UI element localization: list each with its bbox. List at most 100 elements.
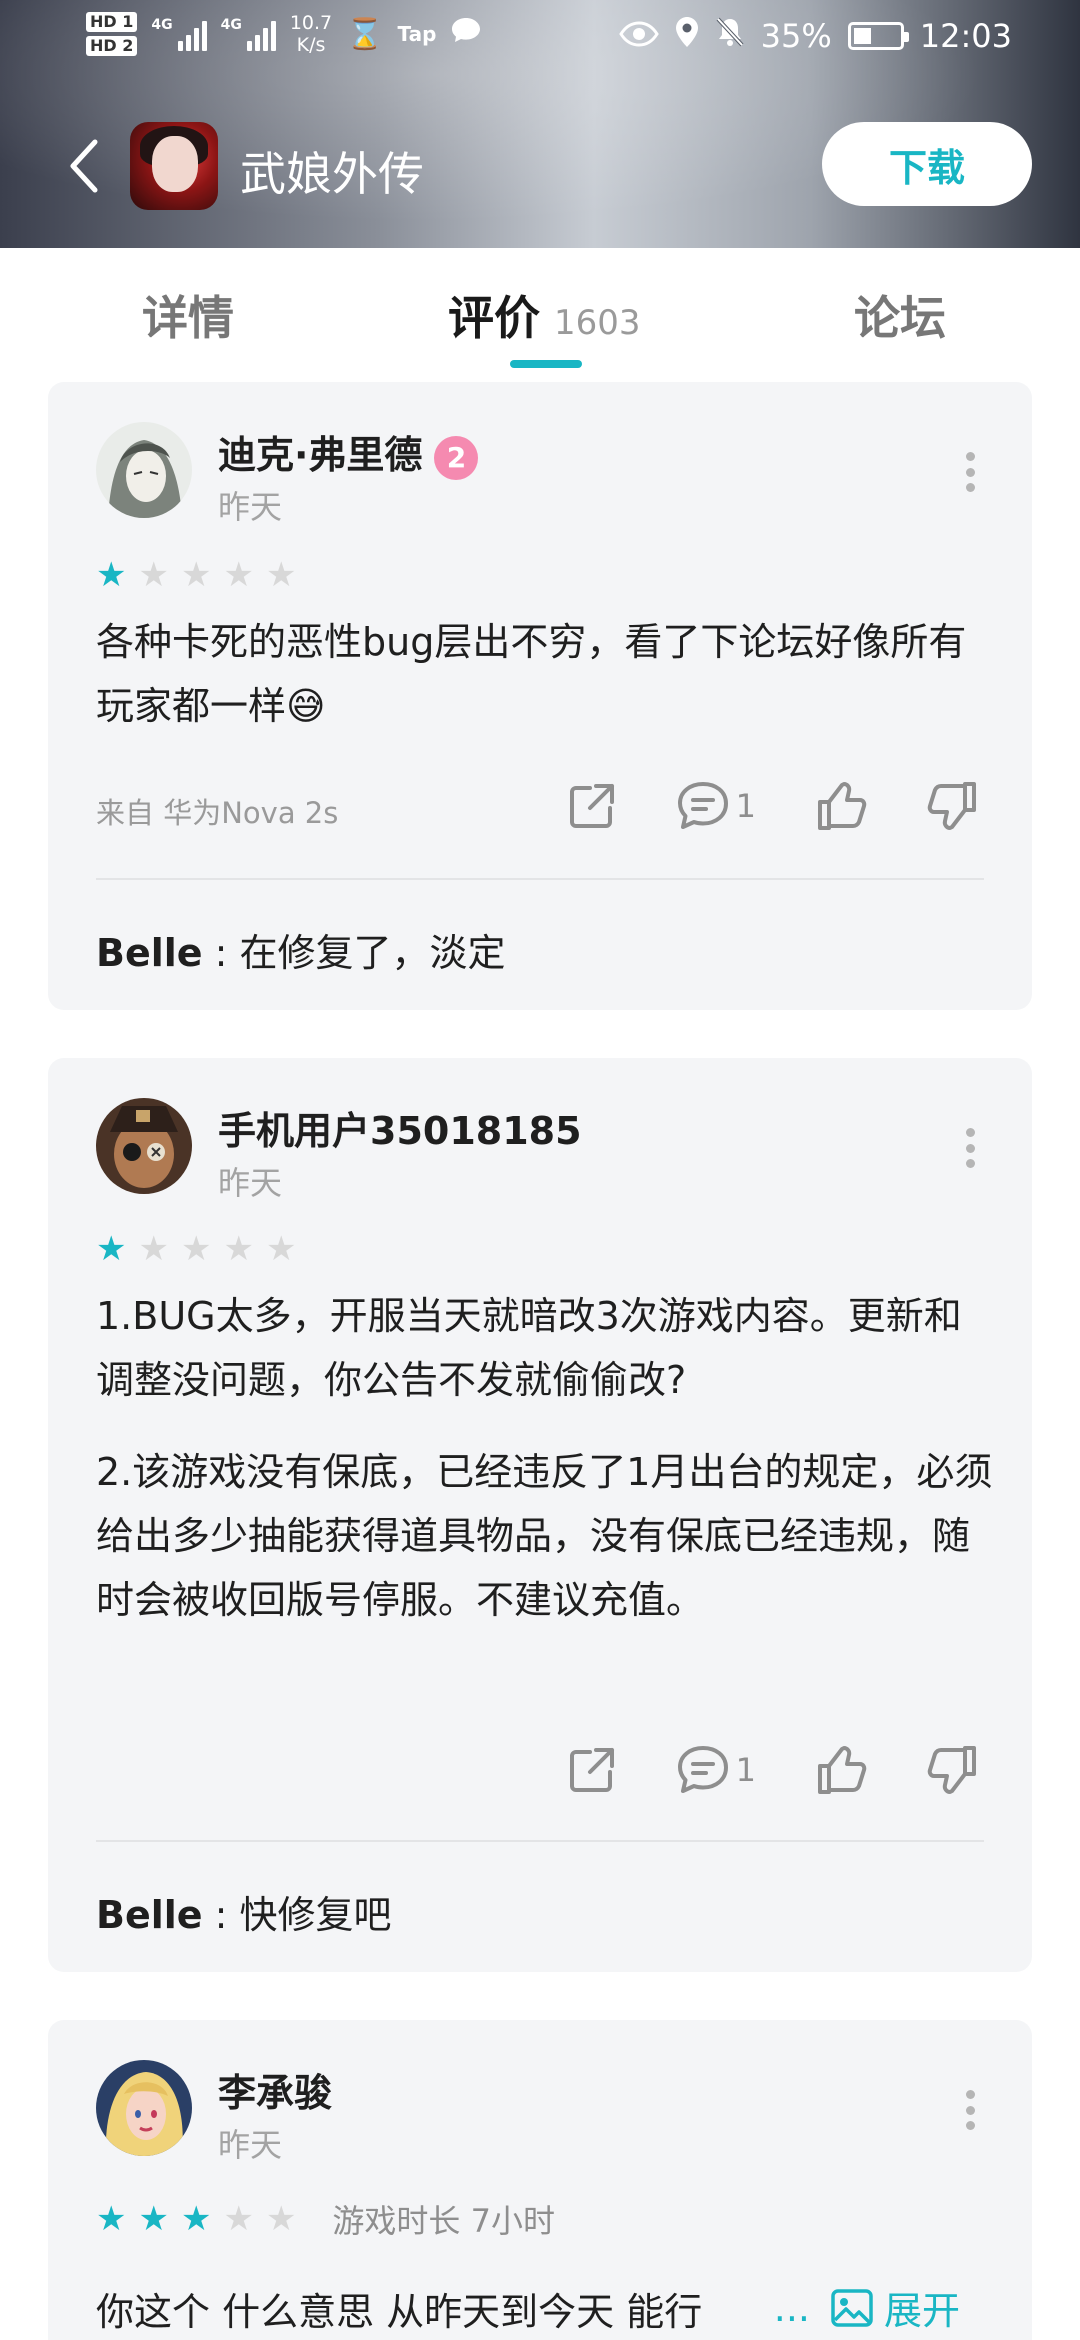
tab-bar: 详情 评价 1603 论坛 [0,248,1080,374]
dislike-button[interactable] [926,780,980,832]
chevron-left-icon [70,139,98,193]
star-empty-icon: ★ [223,2199,254,2239]
eye-icon [618,17,659,55]
reply-author: Belle [96,1893,203,1937]
review-card[interactable]: 迪克·弗里德 2 昨天 ★ ★ ★ ★ ★ 各种卡死的恶性bug层出不穷，看了下论坛好像所… [48,382,1032,1010]
network-speed: 10.7 K/s [289,12,333,56]
comment-count: 1 [735,787,756,825]
app-title: 武娘外传 [240,147,424,201]
app-bar: 武娘外传 下载 [0,100,1080,230]
comment-icon [677,782,728,829]
battery-icon [847,22,909,50]
rating-stars: ★ ★ ★ ★ ★ [96,1232,296,1266]
tab-reviews-label: 评价 [448,291,540,345]
star-empty-icon: ★ [138,1229,169,1269]
expand-label: 展开 [883,2289,960,2333]
star-filled-icon: ★ [138,2199,169,2239]
comment-count: 1 [735,1751,756,1789]
thumbs-up-icon [818,782,867,830]
developer-reply[interactable]: Belle : 在修复了，淡定 [96,922,506,977]
review-actions: 1 [508,1744,980,1796]
comment-button[interactable]: 1 [676,780,756,832]
thumbs-up-icon [818,1746,867,1794]
username[interactable]: 迪克·弗里德 2 [218,424,479,480]
like-button[interactable] [814,780,868,832]
review-time: 昨天 [218,2126,283,2164]
level-badge: 2 [434,435,479,480]
app-header: HD 1 HD 2 4G 4G 10.7 K/s ⌛ Tap 35% 12:03… [0,0,1080,248]
expand-button[interactable]: ... 展开 [774,2280,960,2335]
username[interactable]: 李承骏 [218,2062,332,2117]
review-text: 1.BUG太多，开服当天就暗改3次游戏内容。更新和调整没问题，你公告不发就偷偷改… [96,1294,993,1622]
reply-text: 快修复吧 [239,1893,392,1937]
star-filled-icon: ★ [180,2199,212,2239]
tab-details[interactable]: 详情 [142,282,234,348]
status-bar: HD 1 HD 2 4G 4G 10.7 K/s ⌛ Tap 35% 12:03 [0,0,1080,80]
username[interactable]: 手机用户35018185 [218,1100,582,1155]
hd2-badge: HD 2 [86,36,138,56]
tap-icon: Tap [397,22,437,46]
review-count: 1603 [554,303,641,343]
reply-text: 在修复了，淡定 [239,931,506,975]
star-empty-icon: ★ [180,1229,212,1269]
star-filled-icon: ★ [96,2199,127,2239]
back-button[interactable] [62,136,106,196]
share-icon [569,784,614,828]
share-button[interactable] [566,780,618,832]
divider [96,1840,984,1842]
star-empty-icon: ★ [265,1229,297,1269]
more-options-button[interactable] [960,452,980,492]
review-actions: 1 [508,780,980,832]
star-filled-icon: ★ [96,555,127,595]
hd1-badge: HD 1 [86,12,138,32]
rating-stars: ★ ★ ★ ★ ★ 游戏时长 7小时 [96,2196,555,2242]
thumbs-down-icon [927,1746,976,1794]
divider [96,878,984,880]
review-card[interactable]: 李承骏 昨天 ★ ★ ★ ★ ★ 游戏时长 7小时 你这个 什么意思 从昨天到今天 能行 … [48,2020,1032,2340]
comment-icon [677,1746,728,1793]
review-time: 昨天 [218,1164,283,1202]
review-text: 你这个 什么意思 从昨天到今天 能行 [96,2290,703,2334]
hourglass-icon: ⌛ [346,16,384,52]
star-filled-icon: ★ [96,1229,127,1269]
share-icon [569,1748,614,1792]
more-options-button[interactable] [960,1128,980,1168]
chat-bubble-icon [450,16,482,52]
review-time: 昨天 [218,488,283,526]
share-button[interactable] [566,1744,618,1796]
mute-bell-icon [715,16,745,56]
like-button[interactable] [814,1744,868,1796]
avatar[interactable] [96,422,192,518]
star-empty-icon: ★ [223,555,254,595]
playtime: 游戏时长 7小时 [332,2202,555,2240]
device-info: 来自 华为Nova 2s [96,796,339,830]
tab-indicator [510,360,582,368]
signal-icon: 4G [151,17,207,51]
thumbs-down-icon [927,782,976,830]
star-empty-icon: ★ [180,555,212,595]
image-icon [831,2288,873,2327]
reply-author: Belle [96,931,203,975]
star-empty-icon: ★ [265,555,297,595]
tab-forum[interactable]: 论坛 [854,282,946,348]
developer-reply[interactable]: Belle : 快修复吧 [96,1884,392,1939]
download-button[interactable]: 下载 [822,122,1032,206]
battery-percent: 35% [760,17,832,55]
more-options-button[interactable] [960,2090,980,2130]
avatar[interactable] [96,2060,192,2156]
avatar[interactable] [96,1098,192,1194]
hd-indicators: HD 1 HD 2 [86,12,138,56]
location-icon [675,16,699,56]
clock: 12:03 [919,17,1012,55]
tab-reviews[interactable]: 评价 1603 [448,282,641,348]
dislike-button[interactable] [926,1744,980,1796]
signal-icon: 4G [221,17,276,51]
game-app-icon[interactable] [130,122,218,210]
star-empty-icon: ★ [265,2199,297,2239]
review-card[interactable]: 手机用户35018185 昨天 ★ ★ ★ ★ ★ 1.BUG太多，开服当天就暗改3次游… [48,1058,1032,1972]
review-text: 各种卡死的恶性bug层出不穷，看了下论坛好像所有玩家都一样😅 [96,620,967,728]
star-empty-icon: ★ [138,555,169,595]
star-empty-icon: ★ [223,1229,254,1269]
comment-button[interactable]: 1 [676,1744,756,1796]
rating-stars: ★ ★ ★ ★ ★ [96,558,296,592]
